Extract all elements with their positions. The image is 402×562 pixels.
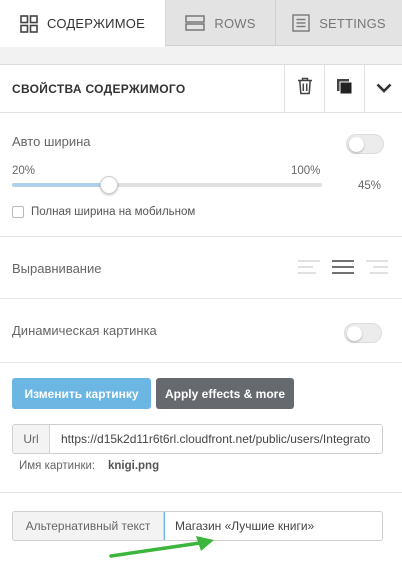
tab-settings-label: SETTINGS bbox=[319, 15, 386, 31]
dynamic-image-toggle[interactable] bbox=[344, 323, 382, 343]
align-right-icon[interactable] bbox=[366, 260, 388, 279]
apply-effects-button[interactable]: Apply effects & more bbox=[156, 378, 294, 409]
align-left-icon[interactable] bbox=[298, 260, 320, 279]
tab-rows[interactable]: ROWS bbox=[166, 0, 276, 46]
url-field-group: Url https://d15k2d11r6t6rl.cloudfront.ne… bbox=[12, 424, 383, 454]
content-properties-panel: СВОЙСТВА СОДЕРЖИМОГО Авто ширина 20% 100… bbox=[0, 64, 402, 562]
annotation-arrow-icon bbox=[109, 536, 214, 558]
tab-bar: СОДЕРЖИМОЕ ROWS SETTINGS bbox=[0, 0, 402, 47]
duplicate-button[interactable] bbox=[324, 64, 364, 113]
delete-button[interactable] bbox=[284, 64, 324, 113]
width-slider-fill bbox=[12, 183, 109, 187]
change-image-button[interactable]: Изменить картинку bbox=[12, 378, 151, 409]
dynamic-image-label: Динамическая картинка bbox=[12, 323, 157, 338]
width-slider-thumb[interactable] bbox=[99, 176, 118, 194]
mobile-full-width-checkbox[interactable] bbox=[12, 206, 24, 218]
trash-icon bbox=[297, 77, 313, 100]
width-section: Авто ширина 20% 100% 45% Полная ширина н… bbox=[0, 114, 402, 237]
url-label: Url bbox=[13, 425, 50, 453]
tab-settings[interactable]: SETTINGS bbox=[276, 0, 402, 46]
align-center-icon[interactable] bbox=[332, 260, 354, 279]
grid-icon bbox=[20, 14, 38, 33]
duplicate-icon bbox=[336, 78, 353, 100]
chevron-down-icon bbox=[376, 80, 392, 98]
auto-width-toggle[interactable] bbox=[346, 134, 384, 154]
auto-width-label: Авто ширина bbox=[12, 134, 91, 149]
alignment-section: Выравнивание bbox=[0, 237, 402, 299]
alignment-options bbox=[298, 260, 388, 279]
width-value: 45% bbox=[358, 180, 382, 192]
slider-min-label: 20% bbox=[12, 165, 36, 177]
url-input[interactable]: https://d15k2d11r6t6rl.cloudfront.net/pu… bbox=[50, 425, 382, 453]
image-section: Изменить картинку Apply effects & more U… bbox=[0, 363, 402, 493]
mobile-full-width-label: Полная ширина на мобильном bbox=[31, 206, 196, 218]
panel-title: СВОЙСТВА СОДЕРЖИМОГО bbox=[12, 81, 186, 96]
collapse-button[interactable] bbox=[364, 64, 402, 113]
rows-icon bbox=[185, 15, 206, 31]
width-slider[interactable] bbox=[12, 176, 322, 194]
dynamic-image-section: Динамическая картинка bbox=[0, 299, 402, 363]
alignment-label: Выравнивание bbox=[12, 261, 102, 276]
image-name-label: Имя картинки: bbox=[19, 460, 96, 472]
settings-doc-icon bbox=[292, 14, 310, 32]
tab-content[interactable]: СОДЕРЖИМОЕ bbox=[0, 0, 166, 47]
slider-max-label: 100% bbox=[291, 165, 321, 177]
image-name-value: knigi.png bbox=[108, 460, 160, 472]
tab-content-label: СОДЕРЖИМОЕ bbox=[47, 16, 145, 31]
tab-rows-label: ROWS bbox=[214, 15, 256, 31]
panel-header: СВОЙСТВА СОДЕРЖИМОГО bbox=[0, 64, 402, 113]
